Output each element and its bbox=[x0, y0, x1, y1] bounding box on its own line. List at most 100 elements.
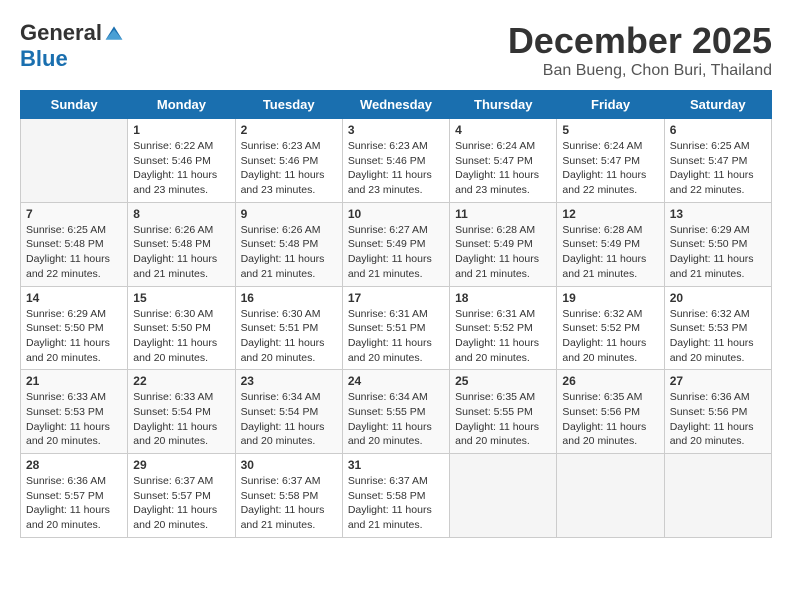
calendar-cell: 10Sunrise: 6:27 AM Sunset: 5:49 PM Dayli… bbox=[342, 202, 449, 286]
day-number: 23 bbox=[241, 374, 337, 388]
calendar-cell: 29 Sunrise: 6:37 AM Sunset: 5:57 PM Dayli… bbox=[128, 454, 235, 538]
day-number: 28 bbox=[26, 458, 122, 472]
calendar-cell: 6 Sunrise: 6:25 AM Sunset: 5:47 PM Daylig… bbox=[664, 119, 771, 203]
day-of-week-header: Monday bbox=[128, 91, 235, 119]
day-info: Sunrise: 6:23 AM Sunset: 5:46 PM Dayligh… bbox=[348, 139, 444, 198]
day-info: Sunrise: 6:36 AM Sunset: 5:57 PM Dayligh… bbox=[26, 474, 122, 533]
day-number: 30 bbox=[241, 458, 337, 472]
calendar-cell: 26 Sunrise: 6:35 AM Sunset: 5:56 PM Dayli… bbox=[557, 370, 664, 454]
calendar-week-row: 21 Sunrise: 6:33 AM Sunset: 5:53 PM Dayli… bbox=[21, 370, 772, 454]
calendar-cell: 22Sunrise: 6:33 AM Sunset: 5:54 PM Dayli… bbox=[128, 370, 235, 454]
day-info: Sunrise: 6:33 AM Sunset: 5:54 PM Dayligh… bbox=[133, 390, 229, 449]
calendar-cell bbox=[557, 454, 664, 538]
day-info: Sunrise: 6:29 AM Sunset: 5:50 PM Dayligh… bbox=[26, 307, 122, 366]
calendar-cell: 21 Sunrise: 6:33 AM Sunset: 5:53 PM Dayli… bbox=[21, 370, 128, 454]
day-of-week-header: Wednesday bbox=[342, 91, 449, 119]
logo: General Blue bbox=[20, 20, 124, 72]
day-info: Sunrise: 6:24 AM Sunset: 5:47 PM Dayligh… bbox=[562, 139, 658, 198]
calendar-cell bbox=[664, 454, 771, 538]
day-info: Sunrise: 6:34 AM Sunset: 5:54 PM Dayligh… bbox=[241, 390, 337, 449]
calendar-cell: 11Sunrise: 6:28 AM Sunset: 5:49 PM Dayli… bbox=[450, 202, 557, 286]
day-number: 11 bbox=[455, 207, 551, 221]
day-number: 2 bbox=[241, 123, 337, 137]
calendar-cell: 2 Sunrise: 6:23 AM Sunset: 5:46 PM Daylig… bbox=[235, 119, 342, 203]
calendar-week-row: 14Sunrise: 6:29 AM Sunset: 5:50 PM Dayli… bbox=[21, 286, 772, 370]
calendar-header-row: SundayMondayTuesdayWednesdayThursdayFrid… bbox=[21, 91, 772, 119]
day-info: Sunrise: 6:24 AM Sunset: 5:47 PM Dayligh… bbox=[455, 139, 551, 198]
day-of-week-header: Friday bbox=[557, 91, 664, 119]
day-number: 4 bbox=[455, 123, 551, 137]
day-info: Sunrise: 6:22 AM Sunset: 5:46 PM Dayligh… bbox=[133, 139, 229, 198]
day-number: 9 bbox=[241, 207, 337, 221]
day-number: 8 bbox=[133, 207, 229, 221]
day-info: Sunrise: 6:32 AM Sunset: 5:53 PM Dayligh… bbox=[670, 307, 766, 366]
calendar-cell bbox=[450, 454, 557, 538]
title-block: December 2025 Ban Bueng, Chon Buri, Thai… bbox=[508, 20, 772, 80]
calendar-week-row: 28 Sunrise: 6:36 AM Sunset: 5:57 PM Dayli… bbox=[21, 454, 772, 538]
day-number: 5 bbox=[562, 123, 658, 137]
calendar-cell: 19 Sunrise: 6:32 AM Sunset: 5:52 PM Dayli… bbox=[557, 286, 664, 370]
calendar-cell: 8 Sunrise: 6:26 AM Sunset: 5:48 PM Daylig… bbox=[128, 202, 235, 286]
calendar-cell: 27Sunrise: 6:36 AM Sunset: 5:56 PM Dayli… bbox=[664, 370, 771, 454]
day-info: Sunrise: 6:26 AM Sunset: 5:48 PM Dayligh… bbox=[133, 223, 229, 282]
day-info: Sunrise: 6:35 AM Sunset: 5:55 PM Dayligh… bbox=[455, 390, 551, 449]
day-info: Sunrise: 6:25 AM Sunset: 5:47 PM Dayligh… bbox=[670, 139, 766, 198]
day-number: 3 bbox=[348, 123, 444, 137]
calendar-cell: 17Sunrise: 6:31 AM Sunset: 5:51 PM Dayli… bbox=[342, 286, 449, 370]
calendar-cell: 18 Sunrise: 6:31 AM Sunset: 5:52 PM Dayli… bbox=[450, 286, 557, 370]
day-info: Sunrise: 6:32 AM Sunset: 5:52 PM Dayligh… bbox=[562, 307, 658, 366]
calendar-cell: 3 Sunrise: 6:23 AM Sunset: 5:46 PM Daylig… bbox=[342, 119, 449, 203]
day-info: Sunrise: 6:37 AM Sunset: 5:58 PM Dayligh… bbox=[348, 474, 444, 533]
day-number: 31 bbox=[348, 458, 444, 472]
day-info: Sunrise: 6:27 AM Sunset: 5:49 PM Dayligh… bbox=[348, 223, 444, 282]
calendar-cell: 31 Sunrise: 6:37 AM Sunset: 5:58 PM Dayli… bbox=[342, 454, 449, 538]
day-info: Sunrise: 6:37 AM Sunset: 5:57 PM Dayligh… bbox=[133, 474, 229, 533]
day-info: Sunrise: 6:30 AM Sunset: 5:51 PM Dayligh… bbox=[241, 307, 337, 366]
day-number: 29 bbox=[133, 458, 229, 472]
day-info: Sunrise: 6:35 AM Sunset: 5:56 PM Dayligh… bbox=[562, 390, 658, 449]
calendar-cell: 14Sunrise: 6:29 AM Sunset: 5:50 PM Dayli… bbox=[21, 286, 128, 370]
calendar-cell: 25 Sunrise: 6:35 AM Sunset: 5:55 PM Dayli… bbox=[450, 370, 557, 454]
day-info: Sunrise: 6:28 AM Sunset: 5:49 PM Dayligh… bbox=[562, 223, 658, 282]
day-number: 20 bbox=[670, 291, 766, 305]
day-info: Sunrise: 6:30 AM Sunset: 5:50 PM Dayligh… bbox=[133, 307, 229, 366]
calendar-table: SundayMondayTuesdayWednesdayThursdayFrid… bbox=[20, 90, 772, 538]
calendar-cell: 13 Sunrise: 6:29 AM Sunset: 5:50 PM Dayli… bbox=[664, 202, 771, 286]
day-number: 15 bbox=[133, 291, 229, 305]
calendar-cell: 4 Sunrise: 6:24 AM Sunset: 5:47 PM Daylig… bbox=[450, 119, 557, 203]
location-text: Ban Bueng, Chon Buri, Thailand bbox=[508, 62, 772, 80]
day-of-week-header: Sunday bbox=[21, 91, 128, 119]
day-number: 19 bbox=[562, 291, 658, 305]
day-number: 6 bbox=[670, 123, 766, 137]
day-number: 1 bbox=[133, 123, 229, 137]
day-info: Sunrise: 6:23 AM Sunset: 5:46 PM Dayligh… bbox=[241, 139, 337, 198]
calendar-cell: 15 Sunrise: 6:30 AM Sunset: 5:50 PM Dayli… bbox=[128, 286, 235, 370]
day-info: Sunrise: 6:26 AM Sunset: 5:48 PM Dayligh… bbox=[241, 223, 337, 282]
calendar-cell: 7Sunrise: 6:25 AM Sunset: 5:48 PM Daylig… bbox=[21, 202, 128, 286]
day-info: Sunrise: 6:31 AM Sunset: 5:52 PM Dayligh… bbox=[455, 307, 551, 366]
day-info: Sunrise: 6:29 AM Sunset: 5:50 PM Dayligh… bbox=[670, 223, 766, 282]
calendar-cell: 28 Sunrise: 6:36 AM Sunset: 5:57 PM Dayli… bbox=[21, 454, 128, 538]
day-number: 13 bbox=[670, 207, 766, 221]
day-of-week-header: Saturday bbox=[664, 91, 771, 119]
day-info: Sunrise: 6:34 AM Sunset: 5:55 PM Dayligh… bbox=[348, 390, 444, 449]
logo-icon bbox=[104, 23, 124, 43]
page-header: General Blue December 2025 Ban Bueng, Ch… bbox=[20, 20, 772, 80]
day-number: 21 bbox=[26, 374, 122, 388]
day-number: 26 bbox=[562, 374, 658, 388]
day-of-week-header: Thursday bbox=[450, 91, 557, 119]
calendar-cell: 24Sunrise: 6:34 AM Sunset: 5:55 PM Dayli… bbox=[342, 370, 449, 454]
calendar-cell bbox=[21, 119, 128, 203]
calendar-cell: 20 Sunrise: 6:32 AM Sunset: 5:53 PM Dayli… bbox=[664, 286, 771, 370]
logo-blue-text: Blue bbox=[20, 46, 68, 72]
calendar-cell: 12Sunrise: 6:28 AM Sunset: 5:49 PM Dayli… bbox=[557, 202, 664, 286]
month-title: December 2025 bbox=[508, 20, 772, 62]
day-info: Sunrise: 6:33 AM Sunset: 5:53 PM Dayligh… bbox=[26, 390, 122, 449]
calendar-cell: 9 Sunrise: 6:26 AM Sunset: 5:48 PM Daylig… bbox=[235, 202, 342, 286]
day-info: Sunrise: 6:37 AM Sunset: 5:58 PM Dayligh… bbox=[241, 474, 337, 533]
calendar-cell: 16Sunrise: 6:30 AM Sunset: 5:51 PM Dayli… bbox=[235, 286, 342, 370]
day-number: 18 bbox=[455, 291, 551, 305]
calendar-week-row: 7Sunrise: 6:25 AM Sunset: 5:48 PM Daylig… bbox=[21, 202, 772, 286]
day-number: 25 bbox=[455, 374, 551, 388]
calendar-week-row: 1 Sunrise: 6:22 AM Sunset: 5:46 PM Daylig… bbox=[21, 119, 772, 203]
